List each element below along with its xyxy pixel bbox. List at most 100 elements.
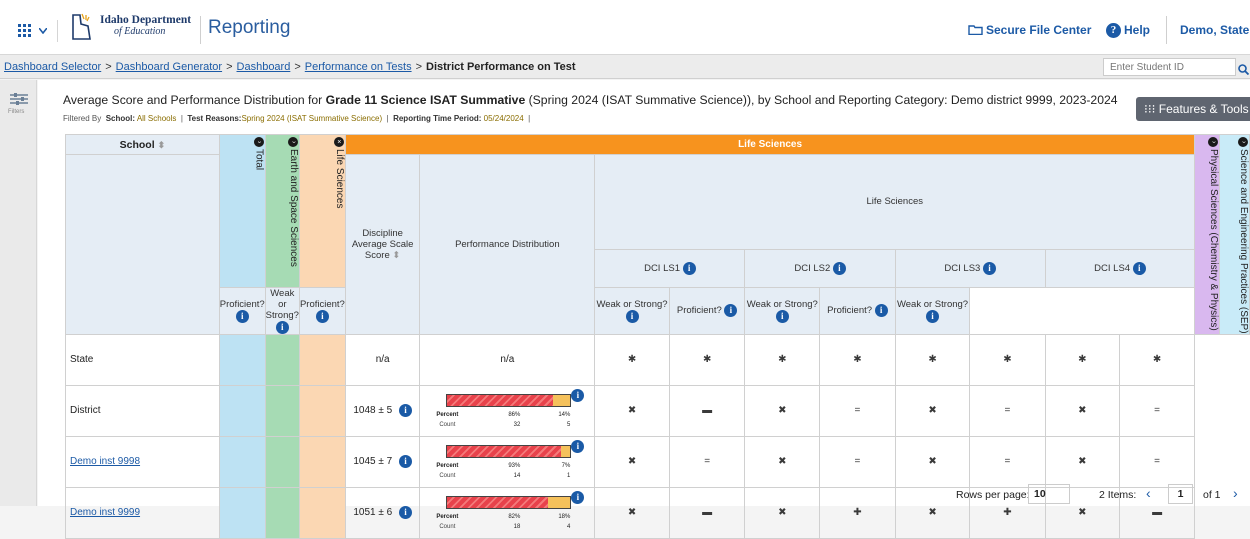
- info-icon[interactable]: i: [874, 304, 888, 318]
- info-icon[interactable]: i: [398, 506, 412, 520]
- info-icon[interactable]: i: [275, 320, 289, 334]
- count-value: 32: [513, 421, 521, 428]
- next-page-icon[interactable]: ›: [1233, 485, 1238, 501]
- distribution-bar: [446, 444, 572, 458]
- report-title: Average Score and Performance Distributi…: [63, 93, 1118, 107]
- sort-icon: ⬍: [157, 139, 166, 150]
- prev-page-icon[interactable]: ‹: [1146, 485, 1151, 501]
- info-icon[interactable]: i: [235, 309, 249, 323]
- count-label: Count: [439, 523, 456, 530]
- sep-column-header[interactable]: ›Science and Engineering Practices (SEP): [1219, 134, 1250, 335]
- school-name-cell: State: [65, 333, 220, 386]
- info-icon[interactable]: i: [398, 404, 412, 418]
- earth-space-column-header[interactable]: ›Earth and Space Sciences: [264, 134, 300, 288]
- dci-ls1-header: DCI LS1 i: [594, 248, 746, 288]
- student-id-input[interactable]: [1103, 58, 1236, 76]
- percent-label: Percent: [436, 513, 459, 520]
- breadcrumb-separator: >: [294, 61, 301, 73]
- info-icon[interactable]: i: [682, 261, 696, 275]
- expand-icon[interactable]: ›: [287, 137, 298, 147]
- asterisk-icon: ✱: [594, 333, 670, 386]
- dci-ls4-header: DCI LS4 i: [1044, 248, 1196, 288]
- items-count: 2 Items:: [1099, 489, 1137, 501]
- life-sciences-column-header[interactable]: ×Life Sciences: [298, 134, 346, 288]
- below-standard-segment: [447, 394, 554, 406]
- count-value: 1: [567, 472, 571, 479]
- dci-ls3-header: DCI LS3 i: [894, 248, 1046, 288]
- info-icon[interactable]: i: [571, 388, 585, 402]
- table-row: State n/a n/a ✱ ✱ ✱ ✱ ✱ ✱ ✱ ✱: [65, 333, 1250, 386]
- cross-icon: ✖: [894, 384, 971, 437]
- distribution-bar: [446, 393, 572, 407]
- equals-icon: =: [969, 384, 1046, 437]
- equals-icon: =: [1118, 384, 1196, 437]
- expand-icon[interactable]: ›: [1208, 137, 1219, 147]
- percent-label: Percent: [436, 411, 459, 418]
- asterisk-icon: ✱: [668, 333, 746, 386]
- earth-cell: [264, 333, 300, 386]
- info-icon[interactable]: i: [724, 304, 738, 318]
- count-label: Count: [439, 472, 456, 479]
- sort-icon: ⬍: [392, 249, 401, 261]
- life-cell: [298, 333, 346, 386]
- breadcrumb-separator: >: [415, 61, 423, 73]
- life-cell: [298, 384, 346, 437]
- collapse-icon[interactable]: ×: [333, 137, 344, 147]
- asterisk-icon: ✱: [1118, 333, 1196, 386]
- dci-ls2-header: DCI LS2 i: [744, 248, 896, 288]
- physical-sciences-column-header[interactable]: ›Physical Sciences (Chemistry & Physics): [1194, 134, 1221, 335]
- cross-icon: ✖: [744, 384, 821, 437]
- table-body: State n/a n/a ✱ ✱ ✱ ✱ ✱ ✱ ✱ ✱ District 1048 ± 5 i i Pe…: [65, 333, 1250, 539]
- total-cell: [218, 384, 266, 437]
- info-icon[interactable]: i: [775, 309, 789, 323]
- features-and-tools-button[interactable]: ⁝⁝⁝ Features & Tools: [1136, 97, 1250, 121]
- filter-icon[interactable]: [9, 92, 29, 106]
- table-row: District 1048 ± 5 i i Percent Count 86% 14% 32 5…: [65, 384, 1250, 437]
- performance-distribution-header: Performance Distribution: [419, 154, 596, 335]
- chevron-down-icon: [39, 28, 47, 34]
- info-icon[interactable]: i: [571, 439, 585, 453]
- left-rail: Filters: [0, 80, 37, 506]
- info-icon[interactable]: i: [625, 309, 639, 323]
- breadcrumb-dashboard[interactable]: Dashboard: [237, 61, 291, 73]
- discipline-average-header[interactable]: Discipline Average Scale Score ⬍: [344, 154, 421, 335]
- breadcrumb-separator: >: [226, 61, 233, 73]
- school-link[interactable]: Demo inst 9999: [70, 507, 140, 518]
- breadcrumb-bar: Dashboard Selector > Dashboard Generator > D…: [0, 55, 1250, 79]
- info-icon[interactable]: i: [315, 309, 329, 323]
- sub-header-row: Proficient? i Weak or Strong? i Proficie…: [66, 286, 1250, 335]
- help-link[interactable]: ? Help: [1106, 23, 1150, 39]
- life-sciences-group-header: Life Sciences: [344, 134, 1196, 155]
- total-cell: [218, 333, 266, 386]
- info-icon[interactable]: i: [832, 261, 846, 275]
- percent-value: 86%: [508, 411, 521, 418]
- page-number-input[interactable]: 1: [1168, 484, 1193, 504]
- filters-label: Filters: [8, 109, 25, 115]
- app-menu-button[interactable]: [12, 20, 58, 42]
- grid-icon: ⁝⁝⁝: [1144, 102, 1156, 116]
- breadcrumb-separator: >: [105, 61, 112, 73]
- info-icon[interactable]: i: [982, 261, 996, 275]
- count-value: 4: [567, 523, 571, 530]
- expand-icon[interactable]: ›: [1238, 137, 1248, 147]
- school-link[interactable]: Demo inst 9998: [70, 456, 140, 467]
- school-column-header[interactable]: School ⬍: [65, 134, 220, 155]
- rows-per-page-select[interactable]: 10: [1028, 484, 1070, 504]
- user-menu[interactable]: Demo, State ⌄: [1180, 23, 1250, 37]
- breadcrumb-dashboard-selector[interactable]: Dashboard Selector: [4, 61, 101, 73]
- info-icon[interactable]: i: [926, 309, 940, 323]
- school-name-cell: District: [65, 384, 220, 437]
- pagination: Rows per page: 10 2 Items: ‹ 1 of 1 ›: [38, 480, 1250, 504]
- rows-per-page-label: Rows per page:: [956, 489, 1030, 501]
- info-icon[interactable]: i: [398, 455, 412, 469]
- info-icon[interactable]: i: [1132, 261, 1146, 275]
- total-column-header[interactable]: ›Total: [218, 134, 266, 288]
- divider: [1166, 16, 1167, 44]
- score-cell: n/a: [344, 333, 421, 386]
- breadcrumb-dashboard-generator[interactable]: Dashboard Generator: [116, 61, 222, 73]
- expand-icon[interactable]: ›: [253, 137, 264, 147]
- secure-file-center-link[interactable]: Secure File Center: [968, 23, 1091, 37]
- proficient-header: Proficient? i: [668, 286, 746, 335]
- breadcrumb-performance-on-tests[interactable]: Performance on Tests: [305, 61, 412, 73]
- percent-value: 7%: [561, 462, 571, 469]
